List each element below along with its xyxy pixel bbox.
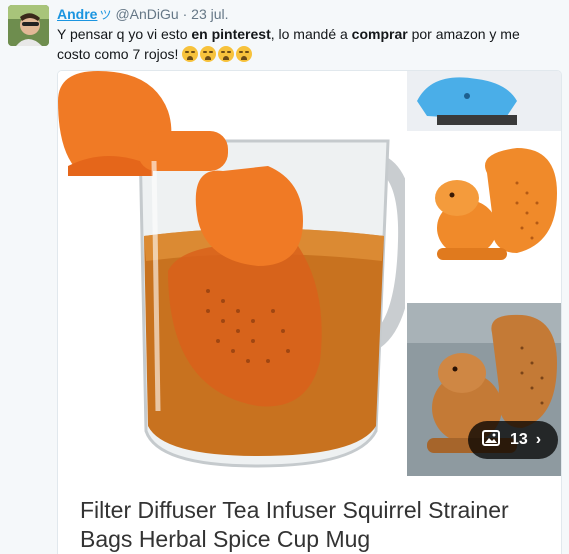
author-badge: ツ — [99, 8, 112, 22]
orange-squirrel-image — [407, 133, 561, 301]
gallery-count-label: 13 — [510, 431, 528, 448]
emoji-row — [182, 46, 254, 67]
card-title[interactable]: Filter Diffuser Tea Infuser Squirrel Str… — [80, 496, 550, 554]
crying-face-icon — [182, 46, 199, 62]
avatar-image — [8, 5, 49, 46]
tweet-date[interactable]: 23 jul. — [191, 6, 228, 22]
image-icon — [482, 429, 500, 451]
tweet-text-bold: comprar — [351, 26, 408, 42]
crying-face-icon — [200, 46, 217, 62]
header-separator: · — [182, 6, 188, 22]
crying-face-icon — [218, 46, 235, 62]
crying-face-icon — [236, 46, 253, 62]
author-handle[interactable]: @AnDiGu — [115, 6, 178, 22]
chevron-right-icon: › — [535, 431, 542, 448]
product-image-thumb-1[interactable] — [407, 71, 561, 131]
avatar[interactable] — [8, 5, 49, 46]
link-card[interactable]: 13 › Filter Diffuser Tea Infuser Squirre… — [57, 70, 562, 554]
tweet-text-part: , lo mandé a — [270, 26, 352, 42]
product-image-main[interactable] — [58, 71, 405, 476]
tweet-text-part: Y pensar q yo vi esto — [57, 26, 192, 42]
product-image-thumb-2[interactable] — [407, 133, 561, 301]
squirrel-tea-mug-image — [58, 71, 405, 476]
gallery-count-button[interactable]: 13 › — [468, 421, 558, 459]
tweet-text-bold: en pinterest — [191, 26, 271, 42]
tweet: Andre ツ @AnDiGu · 23 jul. Y pensar q yo vi… — [0, 0, 569, 554]
tweet-header: Andre ツ @AnDiGu · 23 jul. — [57, 6, 229, 24]
blue-squirrel-image — [407, 71, 561, 131]
author-name[interactable]: Andre — [57, 6, 97, 22]
tweet-text: Y pensar q yo vi esto en pinterest, lo m… — [57, 24, 557, 67]
